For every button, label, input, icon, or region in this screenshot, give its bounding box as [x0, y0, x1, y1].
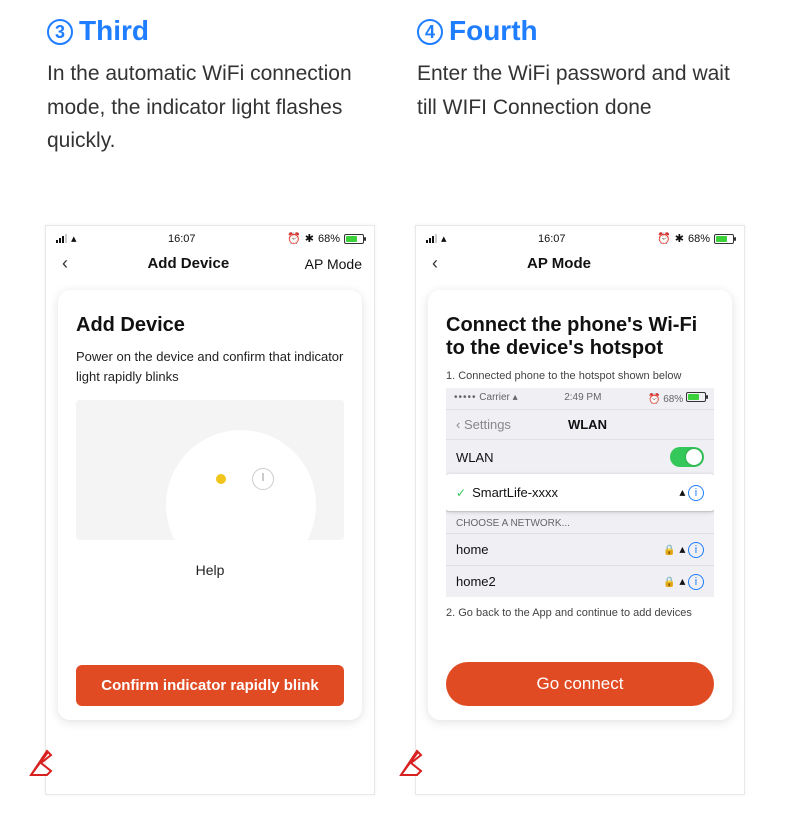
nav-title: Add Device — [72, 255, 305, 272]
device-illustration — [76, 400, 344, 540]
card-title: Connect the phone's Wi-Fi to the device'… — [446, 314, 714, 360]
status-time: 16:07 — [168, 233, 196, 245]
confirm-button[interactable]: Confirm indicator rapidly blink — [76, 665, 344, 706]
back-button[interactable]: ‹ — [428, 253, 442, 274]
bt-icon: ✱ — [675, 232, 684, 245]
lock-icon: 🔒 — [663, 545, 675, 556]
info-icon[interactable]: i — [688, 542, 704, 558]
step-3-number: 3 — [47, 19, 73, 45]
wlan-settings-preview: ••••• Carrier ▴ 2:49 PM ⏰ 68% ‹ Settings… — [446, 388, 714, 597]
nav-bar: ‹ Add Device AP Mode — [46, 249, 374, 284]
step-4-heading: 4Fourth — [415, 15, 745, 47]
wlan-screen-title: WLAN — [568, 417, 607, 432]
battery-pct: 68% — [318, 233, 340, 245]
nav-bar: ‹ AP Mode __ — [416, 249, 744, 284]
phone-screenshot-2: ▴ 16:07 ⏰ ✱ 68% ‹ AP Mode __ Connect the… — [415, 225, 745, 795]
signal-icon — [426, 234, 437, 243]
card-title: Add Device — [76, 314, 344, 337]
network-name: home2 — [456, 574, 496, 589]
bt-icon: ✱ — [305, 232, 314, 245]
step-fourth: 4Fourth Enter the WiFi password and wait… — [415, 15, 745, 795]
inner-status-bar: ••••• Carrier ▴ 2:49 PM ⏰ 68% — [446, 388, 714, 409]
wlan-toggle-row[interactable]: WLAN — [446, 439, 714, 474]
wifi-strength-icon: ▴ — [679, 485, 684, 499]
step-4-title: Fourth — [449, 15, 538, 46]
inner-carrier: Carrier — [479, 392, 510, 403]
network-row[interactable]: home 🔒 ▴ i — [446, 533, 714, 565]
alarm-icon: ⏰ — [657, 232, 671, 245]
settings-back-link[interactable]: Settings — [464, 417, 511, 432]
instruction-1: 1. Connected phone to the hotspot shown … — [446, 370, 714, 382]
lock-icon: 🔒 — [663, 577, 675, 588]
battery-pct: 68% — [688, 233, 710, 245]
signal-icon — [56, 234, 67, 243]
inner-batt: 68% — [663, 394, 683, 405]
wifi-icon: ▴ — [441, 232, 447, 245]
phone-screenshot-1: ▴ 16:07 ⏰ ✱ 68% ‹ Add Device AP Mode Add… — [45, 225, 375, 795]
help-link[interactable]: Help — [76, 562, 344, 578]
nav-title: AP Mode — [442, 255, 676, 272]
check-icon: ✓ — [456, 486, 466, 500]
step-4-desc: Enter the WiFi password and wait till WI… — [415, 57, 745, 207]
power-icon — [252, 468, 274, 490]
add-device-card: Add Device Power on the device and confi… — [58, 290, 362, 720]
status-time: 16:07 — [538, 233, 566, 245]
info-icon[interactable]: i — [688, 574, 704, 590]
indicator-dot-icon — [216, 474, 226, 484]
inner-nav: ‹ Settings WLAN — [446, 409, 714, 439]
step-3-heading: 3Third — [45, 15, 375, 47]
wifi-strength-icon: ▴ — [679, 574, 684, 588]
alarm-icon: ⏰ — [287, 232, 301, 245]
instruction-2: 2. Go back to the App and continue to ad… — [446, 607, 714, 619]
step-third: 3Third In the automatic WiFi connection … — [45, 15, 375, 795]
battery-icon — [714, 234, 734, 244]
wifi-icon: ▴ — [71, 232, 77, 245]
pointer-arrow-icon — [28, 744, 54, 778]
step-4-number: 4 — [417, 19, 443, 45]
step-3-desc: In the automatic WiFi connection mode, t… — [45, 57, 375, 207]
inner-time: 2:49 PM — [564, 392, 601, 405]
card-subtitle: Power on the device and confirm that ind… — [76, 347, 344, 386]
step-3-title: Third — [79, 15, 149, 46]
status-bar: ▴ 16:07 ⏰ ✱ 68% — [416, 226, 744, 249]
nav-mode-link[interactable]: AP Mode — [305, 256, 362, 272]
info-icon[interactable]: i — [688, 485, 704, 501]
network-row[interactable]: home2 🔒 ▴ i — [446, 565, 714, 597]
battery-icon — [686, 392, 706, 402]
choose-network-label: CHOOSE A NETWORK... — [446, 511, 714, 533]
battery-icon — [344, 234, 364, 244]
pointer-arrow-icon — [398, 744, 424, 778]
selected-network-name: SmartLife-xxxx — [472, 485, 558, 500]
wlan-toggle[interactable] — [670, 447, 704, 467]
wlan-label: WLAN — [456, 450, 494, 465]
network-name: home — [456, 542, 489, 557]
status-bar: ▴ 16:07 ⏰ ✱ 68% — [46, 226, 374, 249]
connect-hotspot-card: Connect the phone's Wi-Fi to the device'… — [428, 290, 732, 720]
wifi-strength-icon: ▴ — [679, 542, 684, 556]
back-button[interactable]: ‹ — [58, 253, 72, 274]
go-connect-button[interactable]: Go connect — [446, 662, 714, 706]
selected-network-row[interactable]: ✓ SmartLife-xxxx ▴ i — [446, 474, 714, 511]
